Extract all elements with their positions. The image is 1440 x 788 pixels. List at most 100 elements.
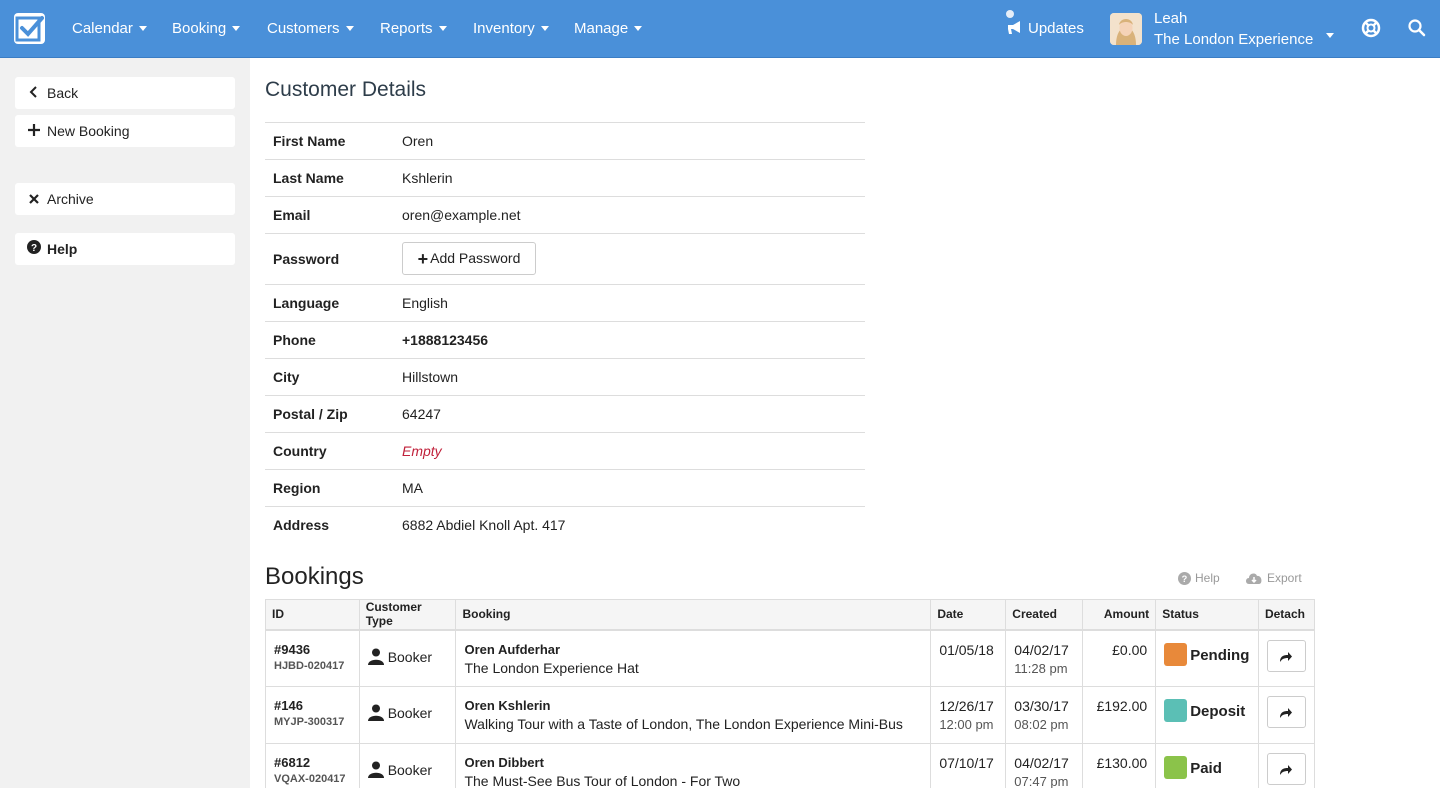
user-menu-chevron-down-icon[interactable] [1326,27,1334,43]
detach-button[interactable] [1266,639,1306,672]
user-name[interactable]: Leah [1154,10,1187,27]
sidebar: Back New Booking Archive ? Help [0,58,250,788]
nav-manage-label: Manage [574,20,629,37]
nav-reports[interactable]: Reports [380,0,447,57]
bookings-title: Bookings [265,563,364,590]
add-password-button[interactable]: + Add Password [402,242,536,275]
new-booking-button[interactable]: New Booking [15,115,235,147]
booking-id[interactable]: #9436 [274,642,351,657]
booking-time: 12:00 pm [939,717,994,732]
detail-value[interactable]: MA [402,470,423,506]
detail-value[interactable]: 64247 [402,396,441,432]
customer-type-label: Booker [387,705,433,721]
detail-value[interactable]: English [402,285,448,321]
col-amount[interactable]: Amount [1082,599,1157,631]
col-status[interactable]: Status [1155,599,1259,631]
detach-button[interactable] [1266,753,1306,785]
notification-dot-icon [1006,10,1014,18]
bookings-export-link[interactable]: Export [1245,571,1302,585]
booking-description: The Must-See Bus Tour of London - For Tw… [464,773,741,788]
question-circle-icon: ? [27,233,41,265]
detail-row-language: Language English [265,285,865,322]
booking-id[interactable]: #146 [274,698,351,713]
detail-row-postal: Postal / Zip 64247 [265,396,865,433]
booking-date: 01/05/18 [939,641,994,658]
table-header-row: ID Customer Type Booking Date Created Am… [265,599,1316,631]
nav-calendar[interactable]: Calendar [72,0,147,57]
col-customer-type[interactable]: Customer Type [358,599,457,631]
col-booking[interactable]: Booking [455,599,932,631]
help-label: Help [47,241,78,257]
created-date: 04/02/17 [1014,755,1069,771]
export-label: Export [1267,571,1302,585]
nav-customers[interactable]: Customers [267,0,354,57]
app-logo-checkmark-icon[interactable] [14,13,45,44]
detail-label: Postal / Zip [273,406,348,422]
col-created[interactable]: Created [1005,599,1084,631]
user-company[interactable]: The London Experience [1154,31,1319,48]
detail-value[interactable]: oren@example.net [402,197,521,233]
detail-value[interactable]: +1888123456 [402,322,488,358]
table-row[interactable]: #6812 VQAX-020417 Booker Oren Dibbert The … [265,743,1316,788]
detail-value[interactable]: Kshlerin [402,160,453,196]
back-button[interactable]: Back [15,77,235,109]
status-badge: Pending [1164,642,1250,666]
detail-value[interactable]: Oren [402,123,433,159]
user-icon [367,648,384,665]
booking-amount: £192.00 [1096,698,1148,714]
new-booking-label: New Booking [47,123,130,139]
detail-value[interactable]: 6882 Abdiel Knoll Apt. 417 [402,507,565,543]
detail-label: Language [273,295,340,311]
detail-value-empty[interactable]: Empty [402,433,442,469]
booking-code: VQAX-020417 [274,773,346,785]
created-time: 11:28 pm [1014,660,1068,676]
chevron-down-icon [634,26,643,31]
nav-calendar-label: Calendar [72,20,133,37]
nav-inventory-label: Inventory [473,20,535,37]
avatar[interactable] [1110,13,1142,45]
booking-customer-name: Oren Aufderhar [464,641,561,657]
booking-code: HJBD-020417 [274,659,345,672]
detail-label: Region [273,480,321,496]
nav-inventory[interactable]: Inventory [473,0,549,57]
nav-manage[interactable]: Manage [574,0,643,57]
top-navbar: Calendar Booking Customers Reports Inven… [0,0,1440,58]
nav-customers-label: Customers [267,20,340,37]
table-row[interactable]: #146 MYJP-300317 Booker Oren Kshlerin Walk… [265,686,1316,744]
chevron-down-icon [232,26,241,31]
status-label: Deposit [1190,703,1246,720]
archive-button[interactable]: Archive [15,183,235,215]
table-row[interactable]: #9436 HJBD-020417 Booker Oren Aufderhar Th… [265,629,1316,687]
megaphone-icon [1008,21,1020,34]
question-circle-icon: ? [1178,572,1191,585]
detail-value[interactable]: Hillstown [402,359,458,395]
status-color-swatch [1164,699,1188,722]
updates-button[interactable]: Updates [1006,0,1084,57]
booking-amount: £130.00 [1096,755,1148,771]
detail-row-password: Password + Add Password [265,234,865,285]
booking-customer-name: Oren Dibbert [464,755,544,770]
detail-label: Address [273,517,330,533]
help-label: Help [1195,571,1220,585]
search-icon[interactable] [1408,19,1426,40]
created-date: 03/30/17 [1014,698,1069,714]
booking-amount: £0.00 [1112,641,1148,658]
bookings-help-link[interactable]: ? Help [1178,571,1220,585]
detach-button[interactable] [1266,696,1306,728]
help-button[interactable]: ? Help [15,233,235,265]
nav-booking[interactable]: Booking [172,0,241,57]
status-color-swatch [1164,756,1188,779]
plus-icon: + [417,249,429,269]
support-lifebuoy-icon[interactable] [1361,18,1381,41]
plus-icon [27,115,41,147]
booking-id[interactable]: #6812 [274,755,351,770]
booking-description: The London Experience Hat [464,659,639,676]
user-icon [367,761,384,778]
nav-reports-label: Reports [380,20,433,37]
status-badge: Paid [1164,756,1250,779]
status-badge: Deposit [1164,699,1250,722]
booking-customer-name: Oren Kshlerin [464,698,551,713]
col-id[interactable]: ID [265,599,360,631]
col-date[interactable]: Date [930,599,1007,631]
share-arrow-icon [1280,765,1293,775]
